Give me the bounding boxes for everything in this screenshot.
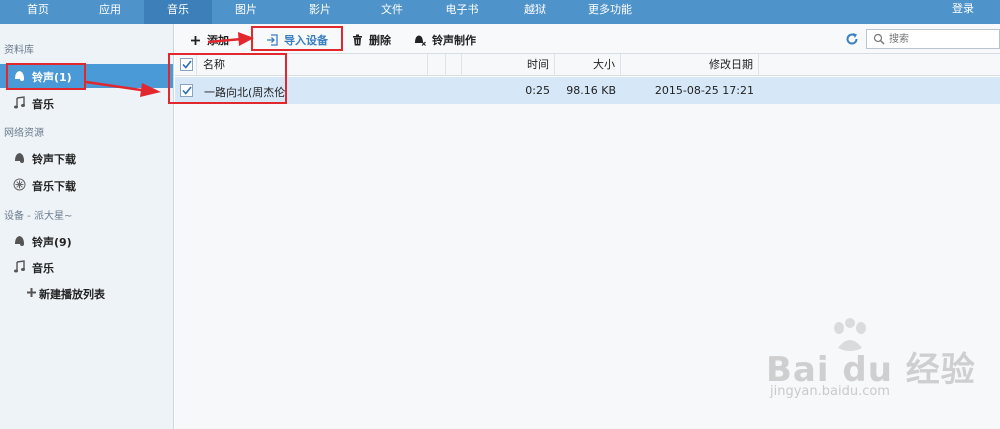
column-header-blank [446,54,462,76]
new-playlist-label: 新建播放列表 [39,288,105,301]
baidu-jingyan-watermark: Bai du 经验 jingyan.baidu.com [752,318,992,413]
plus-icon [25,286,38,299]
device-section-title: 设备 - 派大星~ [4,211,73,222]
sidebar-item-music-download[interactable]: 音乐下载 [0,173,173,197]
column-header-blank [428,54,446,76]
music-note-icon [13,260,26,273]
bell-icon [13,234,26,247]
plus-icon [189,34,201,46]
add-button[interactable]: 添加 [189,32,229,48]
nav-tab-apps[interactable]: 应用 [76,0,144,24]
nav-tab-more[interactable]: 更多功能 [570,0,650,24]
music-note-icon [13,96,26,109]
table-header: 名称 时间 大小 修改日期 [175,54,1000,76]
nav-tab-home[interactable]: 首页 [0,0,76,24]
select-all-checkbox[interactable] [180,58,193,71]
cell-modified: 2015-08-25 17:21 [654,84,754,97]
ringtone-maker-button[interactable]: 铃声制作 [414,32,476,48]
search-icon [873,33,885,45]
cell-name: 一路向北(周杰伦 [204,86,286,99]
column-header-size[interactable]: 大小 [555,54,621,76]
sidebar-item-label: 音乐 [32,262,54,275]
sidebar: 资料库 铃声(1) 音乐 网络资源 铃声下载 音乐下载 设备 - 派大星~ 铃声… [0,24,174,429]
sidebar-item-label: 音乐下载 [32,180,76,193]
trash-icon [351,34,363,46]
column-header-name[interactable]: 名称 [197,54,428,76]
sidebar-item-label: 音乐 [32,98,54,111]
nav-tab-music[interactable]: 音乐 [144,0,212,24]
sidebar-item-device-ringtones[interactable]: 铃声(9) [0,229,173,253]
search-input[interactable] [889,32,997,46]
ringtone-maker-icon [414,34,426,46]
cell-size: 98.16 KB [566,84,616,97]
nav-tab-movies[interactable]: 影片 [280,0,360,24]
login-link[interactable]: 登录 [952,0,974,18]
top-nav-bar: 首页 应用 音乐 图片 影片 文件 电子书 越狱 更多功能 登录 [0,0,1000,24]
header-select-all-cell [175,54,197,76]
sidebar-item-label: 铃声(9) [32,236,72,249]
nav-tab-files[interactable]: 文件 [360,0,424,24]
import-icon [266,34,278,46]
bell-icon [13,151,26,164]
watermark-url: jingyan.baidu.com [770,384,890,399]
column-header-modified[interactable]: 修改日期 [621,54,759,76]
sidebar-item-ringtone-download[interactable]: 铃声下载 [0,146,173,170]
row-checkbox[interactable] [180,84,193,97]
sidebar-item-music[interactable]: 音乐 [0,91,173,115]
nav-tab-ebooks[interactable]: 电子书 [424,0,500,24]
nav-tab-pictures[interactable]: 图片 [212,0,280,24]
sidebar-item-device-music[interactable]: 音乐 [0,255,173,279]
sidebar-item-label: 铃声下载 [32,153,76,166]
nav-tab-jailbreak[interactable]: 越狱 [500,0,570,24]
refresh-icon[interactable] [843,30,861,48]
import-to-device-button[interactable]: 导入设备 [266,32,328,48]
sidebar-item-label: 铃声(1) [32,71,72,84]
cell-time: 0:25 [525,84,550,97]
table-row[interactable]: 一路向北(周杰伦 0:25 98.16 KB 2015-08-25 17:21 [175,77,1000,104]
search-box[interactable] [866,29,1000,49]
column-header-time[interactable]: 时间 [462,54,555,76]
asterisk-icon [13,178,26,191]
delete-button[interactable]: 删除 [351,32,391,48]
toolbar: 添加 导入设备 删除 铃声制作 [175,24,1000,54]
bell-icon [13,69,26,82]
library-section-title: 资料库 [4,45,34,56]
new-playlist-button[interactable]: 新建播放列表 [0,281,173,305]
sidebar-item-ringtones[interactable]: 铃声(1) [0,64,173,88]
network-section-title: 网络资源 [4,128,44,139]
